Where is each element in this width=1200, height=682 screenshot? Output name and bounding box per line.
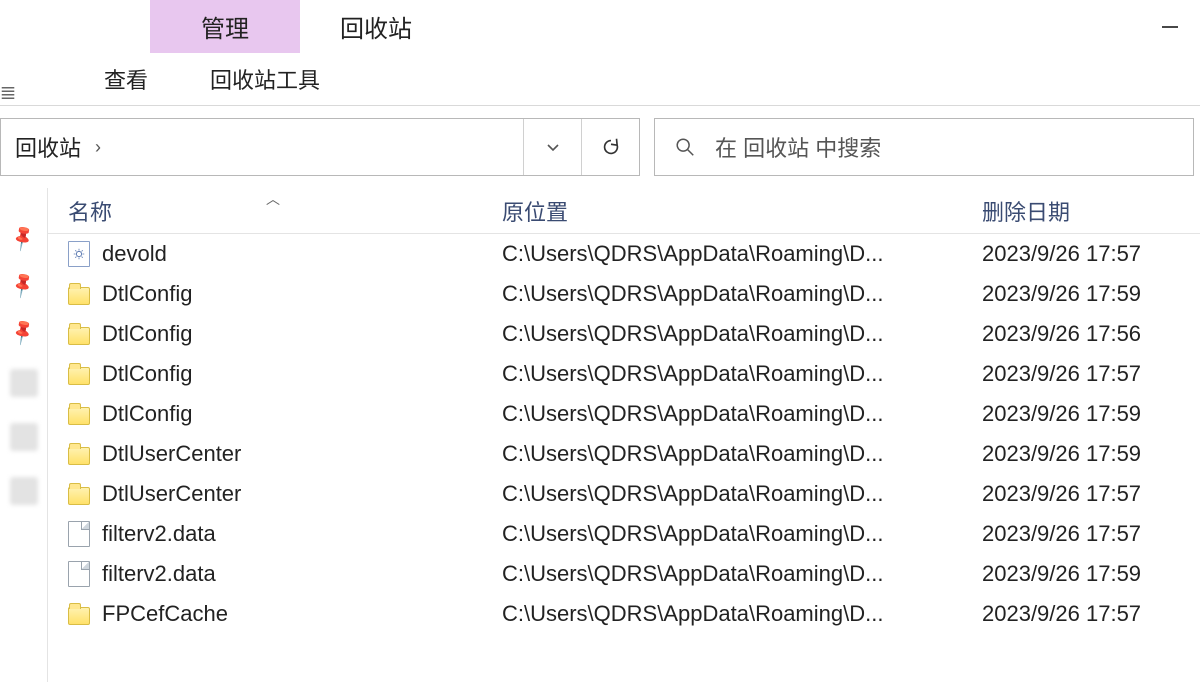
column-header-name[interactable]: ︿ 名称 bbox=[48, 195, 498, 227]
main-area: 📌 📌 📌 ︿ 名称 原位置 删除日期 devold C:\Users\QDRS\… bbox=[0, 188, 1200, 682]
cell-name: DtlUserCenter bbox=[48, 481, 498, 507]
ribbon-tabs: ≣ 查看 回收站工具 bbox=[0, 54, 1200, 106]
cell-deleted: 2023/9/26 17:56 bbox=[978, 321, 1200, 347]
table-row[interactable]: DtlConfig C:\Users\QDRS\AppData\Roaming\D… bbox=[48, 394, 1200, 434]
file-name: filterv2.data bbox=[102, 521, 216, 547]
file-icon bbox=[68, 521, 90, 547]
file-name: devold bbox=[102, 241, 167, 267]
window-title: 回收站 bbox=[340, 0, 412, 53]
table-row[interactable]: filterv2.data C:\Users\QDRS\AppData\Roami… bbox=[48, 514, 1200, 554]
file-list: ︿ 名称 原位置 删除日期 devold C:\Users\QDRS\AppDat… bbox=[48, 188, 1200, 682]
folder-icon bbox=[68, 287, 90, 305]
file-name: DtlConfig bbox=[102, 401, 192, 427]
cell-original: C:\Users\QDRS\AppData\Roaming\D... bbox=[498, 321, 978, 347]
cell-original: C:\Users\QDRS\AppData\Roaming\D... bbox=[498, 521, 978, 547]
table-row[interactable]: DtlUserCenter C:\Users\QDRS\AppData\Roami… bbox=[48, 474, 1200, 514]
column-header-deleted[interactable]: 删除日期 bbox=[978, 195, 1200, 227]
cell-name: DtlConfig bbox=[48, 281, 498, 307]
chevron-right-icon[interactable]: › bbox=[95, 137, 107, 158]
cell-name: DtlUserCenter bbox=[48, 441, 498, 467]
nav-item[interactable] bbox=[10, 369, 38, 397]
cell-original: C:\Users\QDRS\AppData\Roaming\D... bbox=[498, 361, 978, 387]
cell-name: DtlConfig bbox=[48, 321, 498, 347]
table-row[interactable]: DtlConfig C:\Users\QDRS\AppData\Roaming\D… bbox=[48, 354, 1200, 394]
table-row[interactable]: devold C:\Users\QDRS\AppData\Roaming\D...… bbox=[48, 234, 1200, 274]
table-row[interactable]: DtlUserCenter C:\Users\QDRS\AppData\Roami… bbox=[48, 434, 1200, 474]
cell-deleted: 2023/9/26 17:59 bbox=[978, 281, 1200, 307]
nav-item[interactable] bbox=[10, 423, 38, 451]
sort-ascending-icon: ︿ bbox=[266, 189, 280, 209]
search-placeholder: 在 回收站 中搜索 bbox=[715, 131, 881, 163]
cell-original: C:\Users\QDRS\AppData\Roaming\D... bbox=[498, 561, 978, 587]
pin-icon[interactable]: 📌 bbox=[8, 223, 38, 253]
column-header-original[interactable]: 原位置 bbox=[498, 195, 978, 227]
table-row[interactable]: filterv2.data C:\Users\QDRS\AppData\Roami… bbox=[48, 554, 1200, 594]
address-bar[interactable]: 回收站 › bbox=[0, 118, 640, 176]
cell-deleted: 2023/9/26 17:57 bbox=[978, 601, 1200, 627]
cell-name: DtlConfig bbox=[48, 361, 498, 387]
folder-icon bbox=[68, 447, 90, 465]
folder-icon bbox=[68, 407, 90, 425]
cell-name: devold bbox=[48, 241, 498, 267]
file-name: DtlConfig bbox=[102, 361, 192, 387]
config-icon bbox=[68, 241, 90, 267]
cell-name: filterv2.data bbox=[48, 561, 498, 587]
search-input[interactable]: 在 回收站 中搜索 bbox=[654, 118, 1194, 176]
minimize-button[interactable] bbox=[1140, 0, 1200, 53]
title-bar: 管理 回收站 bbox=[0, 0, 1200, 54]
column-header-name-label: 名称 bbox=[68, 200, 112, 225]
column-headers: ︿ 名称 原位置 删除日期 bbox=[48, 188, 1200, 234]
cell-deleted: 2023/9/26 17:59 bbox=[978, 561, 1200, 587]
cell-deleted: 2023/9/26 17:59 bbox=[978, 401, 1200, 427]
pin-icon[interactable]: 📌 bbox=[8, 317, 38, 347]
folder-icon bbox=[68, 327, 90, 345]
file-name: FPCefCache bbox=[102, 601, 228, 627]
pin-icon[interactable]: 📌 bbox=[8, 270, 38, 300]
nav-row: 回收站 › 在 回收站 中搜索 bbox=[0, 106, 1200, 188]
cell-deleted: 2023/9/26 17:57 bbox=[978, 241, 1200, 267]
table-row[interactable]: DtlConfig C:\Users\QDRS\AppData\Roaming\D… bbox=[48, 314, 1200, 354]
cell-deleted: 2023/9/26 17:57 bbox=[978, 361, 1200, 387]
tab-view[interactable]: 查看 bbox=[76, 53, 176, 105]
refresh-button[interactable] bbox=[581, 119, 639, 175]
folder-icon bbox=[68, 367, 90, 385]
breadcrumb[interactable]: 回收站 bbox=[1, 131, 95, 163]
cell-original: C:\Users\QDRS\AppData\Roaming\D... bbox=[498, 281, 978, 307]
cell-original: C:\Users\QDRS\AppData\Roaming\D... bbox=[498, 601, 978, 627]
refresh-icon bbox=[600, 136, 622, 158]
cell-name: DtlConfig bbox=[48, 401, 498, 427]
file-name: DtlUserCenter bbox=[102, 441, 241, 467]
cell-original: C:\Users\QDRS\AppData\Roaming\D... bbox=[498, 441, 978, 467]
ribbon-left-edge: ≣ bbox=[0, 80, 16, 105]
file-name: DtlUserCenter bbox=[102, 481, 241, 507]
file-name: filterv2.data bbox=[102, 561, 216, 587]
cell-name: FPCefCache bbox=[48, 601, 498, 627]
table-row[interactable]: DtlConfig C:\Users\QDRS\AppData\Roaming\D… bbox=[48, 274, 1200, 314]
cell-original: C:\Users\QDRS\AppData\Roaming\D... bbox=[498, 241, 978, 267]
tab-recycle-tools[interactable]: 回收站工具 bbox=[182, 53, 348, 105]
search-icon bbox=[655, 136, 715, 158]
cell-deleted: 2023/9/26 17:59 bbox=[978, 441, 1200, 467]
rows-container: devold C:\Users\QDRS\AppData\Roaming\D...… bbox=[48, 234, 1200, 634]
folder-icon bbox=[68, 487, 90, 505]
file-icon bbox=[68, 561, 90, 587]
cell-name: filterv2.data bbox=[48, 521, 498, 547]
cell-deleted: 2023/9/26 17:57 bbox=[978, 481, 1200, 507]
minimize-icon bbox=[1160, 17, 1180, 37]
nav-pane[interactable]: 📌 📌 📌 bbox=[0, 188, 48, 682]
nav-item[interactable] bbox=[10, 477, 38, 505]
chevron-down-icon bbox=[545, 139, 561, 155]
cell-original: C:\Users\QDRS\AppData\Roaming\D... bbox=[498, 401, 978, 427]
folder-icon bbox=[68, 607, 90, 625]
contextual-tab-manage[interactable]: 管理 bbox=[150, 0, 300, 53]
table-row[interactable]: FPCefCache C:\Users\QDRS\AppData\Roaming\… bbox=[48, 594, 1200, 634]
file-name: DtlConfig bbox=[102, 321, 192, 347]
cell-original: C:\Users\QDRS\AppData\Roaming\D... bbox=[498, 481, 978, 507]
address-history-dropdown[interactable] bbox=[523, 119, 581, 175]
cell-deleted: 2023/9/26 17:57 bbox=[978, 521, 1200, 547]
file-name: DtlConfig bbox=[102, 281, 192, 307]
